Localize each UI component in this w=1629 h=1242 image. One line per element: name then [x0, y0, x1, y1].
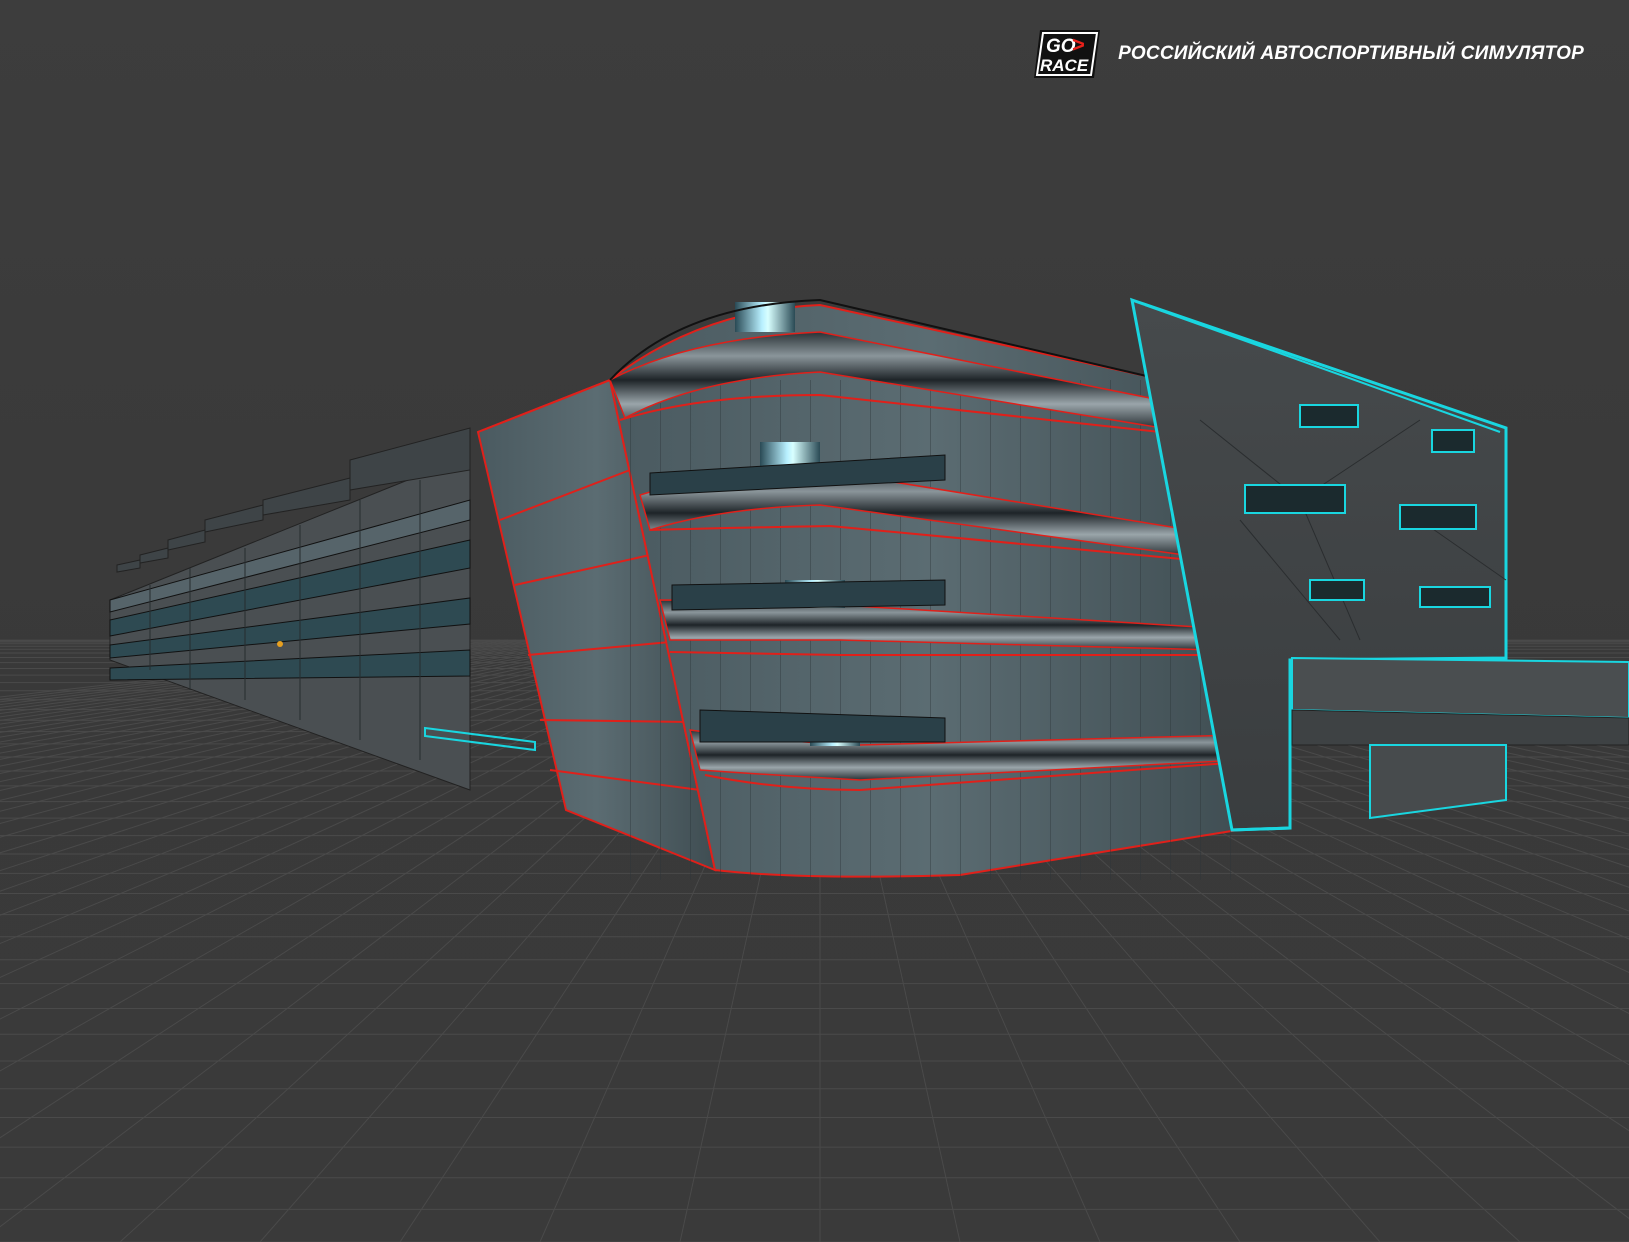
- scene-render[interactable]: [0, 0, 1629, 1242]
- brand-header: GO > RACE РОССИЙСКИЙ АВТОСПОРТИВНЫЙ СИМУ…: [1034, 30, 1584, 78]
- gorace-logo: GO > RACE: [1034, 30, 1101, 78]
- 3d-viewport[interactable]: GO > RACE РОССИЙСКИЙ АВТОСПОРТИВНЫЙ СИМУ…: [0, 0, 1629, 1242]
- logo-arrow-text: >: [1072, 32, 1085, 57]
- grid-line: [0, 639, 589, 733]
- logo-race-text: RACE: [1040, 56, 1089, 75]
- main-building[interactable]: [476, 298, 1252, 880]
- grid-line: [0, 639, 597, 738]
- grid-line: [0, 639, 565, 721]
- brand-tagline: РОССИЙСКИЙ АВТОСПОРТИВНЫЙ СИМУЛЯТОР: [1118, 43, 1584, 64]
- grid-line: [0, 639, 557, 718]
